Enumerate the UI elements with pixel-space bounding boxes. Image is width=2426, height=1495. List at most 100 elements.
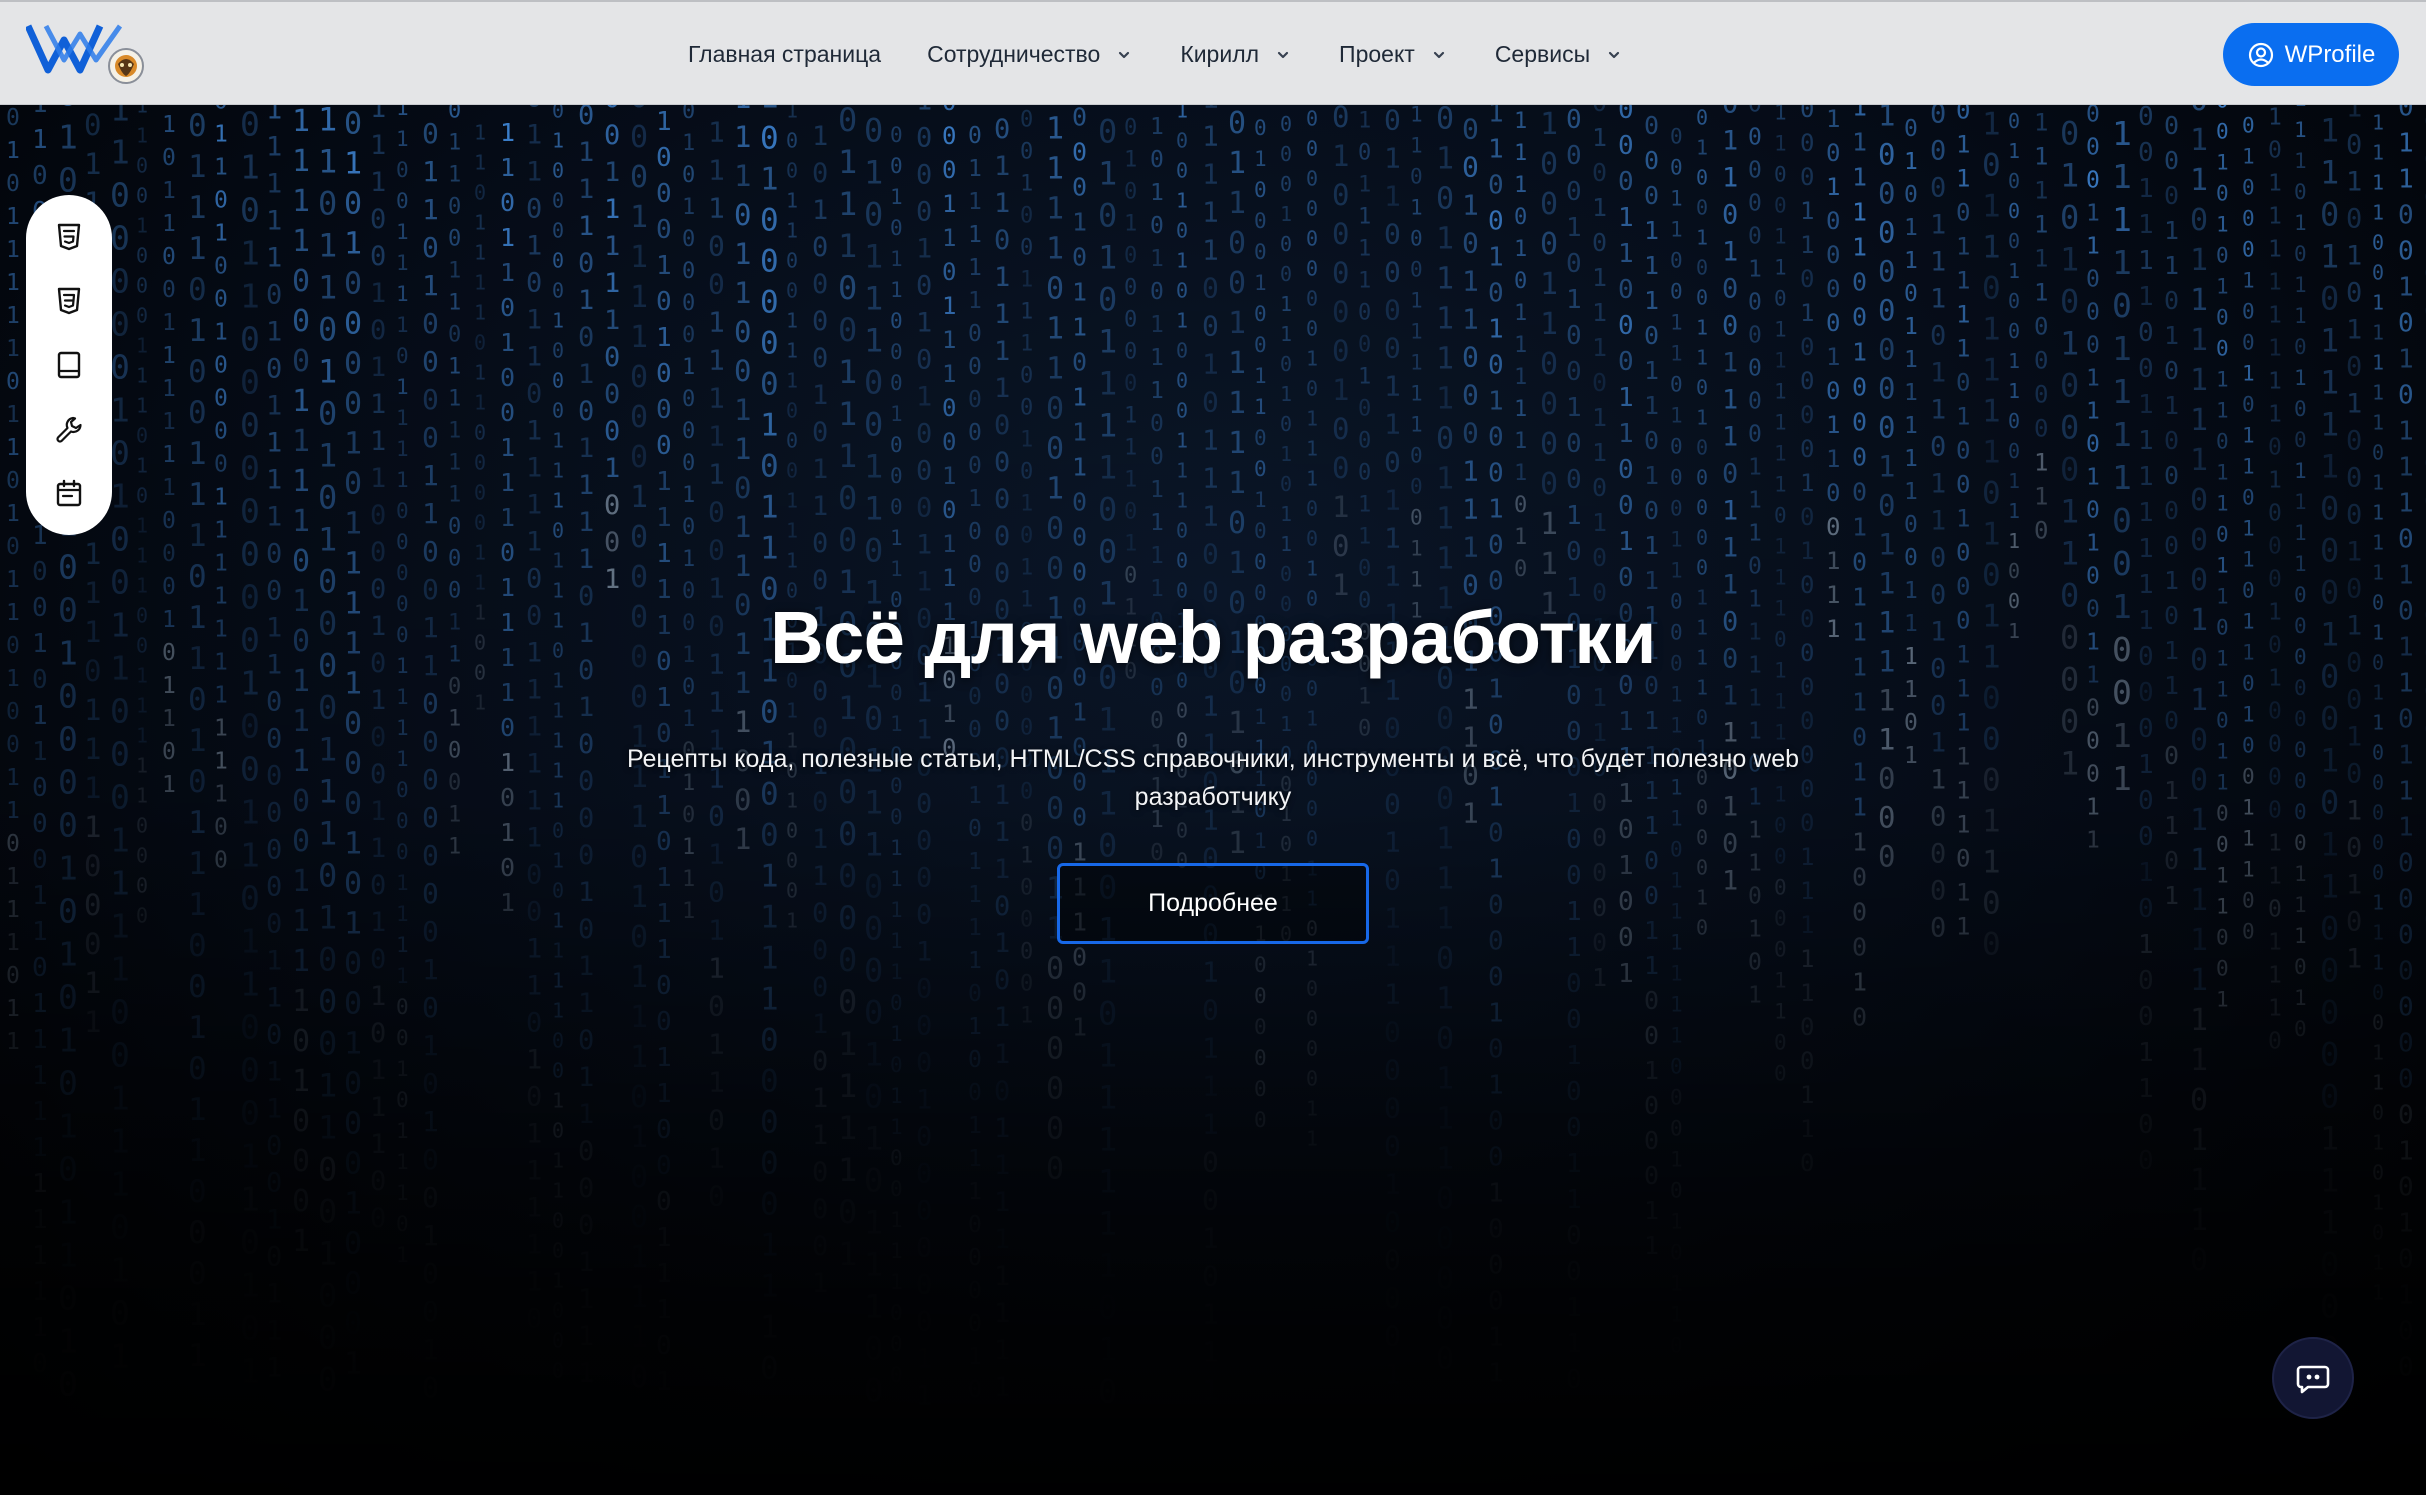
svg-text:1: 1 (1046, 312, 1064, 347)
svg-text:0: 0 (240, 190, 260, 229)
svg-text:0: 0 (708, 990, 725, 1023)
svg-text:0: 0 (344, 986, 362, 1021)
svg-text:1: 1 (1774, 411, 1787, 435)
svg-text:1: 1 (682, 707, 695, 732)
svg-text:0: 0 (188, 354, 207, 390)
svg-text:0: 0 (1254, 1046, 1267, 1070)
svg-text:0: 0 (1696, 855, 1708, 879)
svg-text:1: 1 (1644, 531, 1659, 560)
svg-text:1: 1 (2268, 995, 2282, 1021)
svg-text:1: 1 (1384, 179, 1401, 212)
svg-text:1: 1 (1410, 382, 1423, 406)
svg-text:1: 1 (448, 802, 461, 827)
nav-services[interactable]: Сервисы (1495, 41, 1624, 68)
svg-text:0: 0 (552, 1059, 564, 1083)
svg-text:1: 1 (1020, 171, 1033, 196)
matrix-column: 000011010100001011001101 (2164, 105, 2179, 910)
svg-text:1: 1 (838, 1235, 857, 1273)
svg-text:0: 0 (318, 1151, 337, 1189)
svg-text:0: 0 (578, 840, 594, 871)
svg-text:1: 1 (942, 360, 956, 388)
side-css3-button[interactable] (47, 279, 91, 323)
svg-text:1: 1 (1384, 483, 1401, 516)
svg-text:0: 0 (1774, 163, 1787, 187)
svg-text:0: 0 (1774, 504, 1787, 528)
svg-text:0: 0 (2346, 277, 2362, 308)
svg-text:0: 0 (318, 1361, 337, 1399)
svg-text:0: 0 (708, 1104, 725, 1137)
svg-text:0: 0 (344, 1066, 362, 1101)
svg-text:1: 1 (1098, 364, 1117, 402)
svg-text:0: 0 (968, 1047, 982, 1073)
svg-text:1: 1 (968, 1344, 982, 1370)
svg-text:1: 1 (2372, 681, 2384, 705)
svg-text:1: 1 (656, 1043, 672, 1073)
svg-text:1: 1 (2268, 467, 2282, 493)
svg-text:0: 0 (1176, 548, 1188, 572)
side-book-button[interactable] (47, 343, 91, 387)
nav-cooperation[interactable]: Сотрудничество (927, 41, 1134, 68)
svg-text:0: 0 (1176, 698, 1188, 722)
svg-text:1: 1 (838, 185, 857, 223)
wprofile-label: WProfile (2285, 41, 2376, 69)
svg-text:0: 0 (1540, 347, 1558, 382)
svg-text:1: 1 (6, 930, 20, 956)
nav-kirill[interactable]: Кирилл (1180, 41, 1293, 68)
svg-text:0: 0 (500, 713, 515, 742)
svg-text:1: 1 (1410, 196, 1423, 220)
site-logo[interactable] (24, 20, 148, 86)
wprofile-button[interactable]: WProfile (2223, 23, 2399, 86)
svg-text:0: 0 (1670, 1086, 1683, 1110)
svg-text:1: 1 (1696, 405, 1708, 429)
svg-text:1: 1 (2268, 236, 2282, 262)
svg-text:1: 1 (214, 484, 228, 510)
svg-text:0: 0 (1332, 412, 1349, 446)
svg-text:0: 0 (2398, 236, 2414, 266)
svg-text:1: 1 (630, 1240, 648, 1275)
svg-text:0: 0 (1306, 1006, 1318, 1030)
nav-project[interactable]: Проект (1339, 41, 1449, 68)
svg-text:1: 1 (682, 835, 695, 860)
svg-text:1: 1 (6, 138, 20, 164)
svg-text:0: 0 (578, 1025, 594, 1056)
svg-text:1: 1 (1384, 977, 1401, 1010)
svg-text:0: 0 (1852, 302, 1867, 331)
svg-text:0: 0 (2320, 993, 2339, 1031)
svg-text:1: 1 (266, 1352, 282, 1383)
svg-text:0: 0 (1852, 862, 1867, 891)
svg-text:0: 0 (786, 158, 798, 182)
svg-text:0: 0 (240, 1093, 260, 1132)
side-html5-button[interactable] (47, 215, 91, 259)
svg-text:0: 0 (1540, 227, 1558, 262)
svg-text:0: 0 (58, 1149, 78, 1188)
svg-text:1: 1 (1878, 723, 1895, 757)
chat-button[interactable] (2272, 1337, 2354, 1419)
svg-text:1: 1 (1670, 528, 1683, 552)
svg-text:0: 0 (552, 279, 564, 303)
side-calendar-button[interactable] (47, 471, 91, 515)
more-button[interactable]: Подробнее (1057, 863, 1369, 944)
svg-text:0: 0 (1488, 710, 1504, 740)
svg-text:0: 0 (630, 680, 648, 715)
svg-text:0: 0 (136, 424, 148, 448)
svg-text:1: 1 (1878, 450, 1895, 484)
svg-text:1: 1 (578, 211, 594, 242)
svg-text:1: 1 (656, 1259, 672, 1289)
nav-home[interactable]: Главная страница (688, 41, 881, 68)
svg-text:1: 1 (786, 188, 798, 212)
svg-text:1: 1 (2268, 302, 2282, 328)
svg-text:0: 0 (1852, 372, 1867, 401)
svg-text:0: 0 (656, 1187, 672, 1217)
svg-text:1: 1 (1306, 1096, 1318, 1120)
svg-text:1: 1 (500, 118, 515, 147)
svg-text:1: 1 (2294, 366, 2307, 390)
svg-text:0: 0 (734, 354, 751, 388)
svg-text:1: 1 (890, 1270, 903, 1294)
svg-text:1: 1 (2242, 424, 2255, 448)
side-tools-button[interactable] (47, 407, 91, 451)
svg-text:0: 0 (448, 770, 461, 795)
svg-text:0: 0 (2086, 105, 2100, 127)
svg-text:1: 1 (1930, 210, 1946, 241)
svg-text:1: 1 (838, 437, 857, 475)
svg-text:1: 1 (2346, 869, 2362, 900)
